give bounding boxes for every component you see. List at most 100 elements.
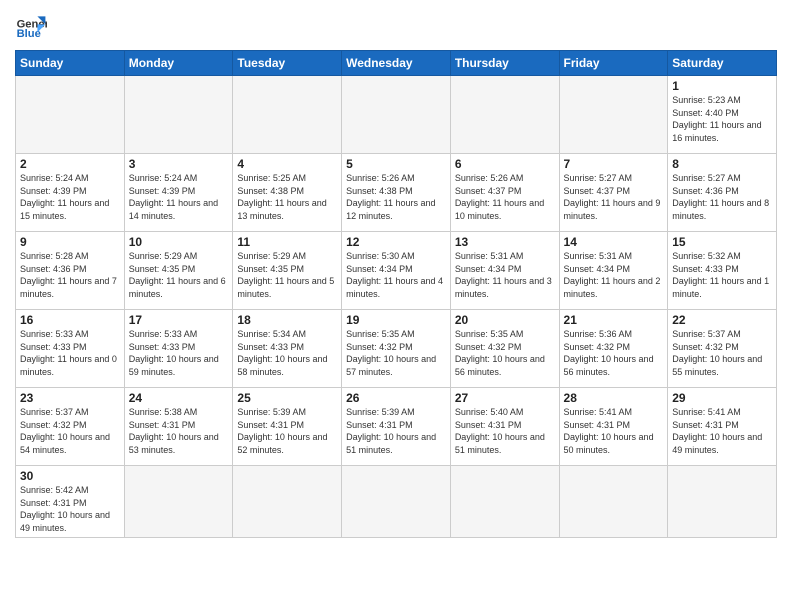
calendar-cell: 15Sunrise: 5:32 AM Sunset: 4:33 PM Dayli… bbox=[668, 232, 777, 310]
calendar-cell bbox=[124, 76, 233, 154]
day-number: 24 bbox=[129, 391, 229, 405]
calendar-cell bbox=[450, 466, 559, 538]
day-number: 19 bbox=[346, 313, 446, 327]
day-number: 6 bbox=[455, 157, 555, 171]
day-number: 9 bbox=[20, 235, 120, 249]
calendar-cell bbox=[233, 76, 342, 154]
week-row-5: 30Sunrise: 5:42 AM Sunset: 4:31 PM Dayli… bbox=[16, 466, 777, 538]
day-info: Sunrise: 5:29 AM Sunset: 4:35 PM Dayligh… bbox=[237, 250, 337, 300]
day-number: 2 bbox=[20, 157, 120, 171]
day-info: Sunrise: 5:28 AM Sunset: 4:36 PM Dayligh… bbox=[20, 250, 120, 300]
day-number: 16 bbox=[20, 313, 120, 327]
day-info: Sunrise: 5:25 AM Sunset: 4:38 PM Dayligh… bbox=[237, 172, 337, 222]
weekday-header-saturday: Saturday bbox=[668, 51, 777, 76]
day-info: Sunrise: 5:26 AM Sunset: 4:37 PM Dayligh… bbox=[455, 172, 555, 222]
day-info: Sunrise: 5:23 AM Sunset: 4:40 PM Dayligh… bbox=[672, 94, 772, 144]
day-number: 21 bbox=[564, 313, 664, 327]
day-number: 8 bbox=[672, 157, 772, 171]
day-info: Sunrise: 5:30 AM Sunset: 4:34 PM Dayligh… bbox=[346, 250, 446, 300]
calendar-cell: 28Sunrise: 5:41 AM Sunset: 4:31 PM Dayli… bbox=[559, 388, 668, 466]
day-info: Sunrise: 5:24 AM Sunset: 4:39 PM Dayligh… bbox=[20, 172, 120, 222]
day-number: 7 bbox=[564, 157, 664, 171]
calendar-cell: 30Sunrise: 5:42 AM Sunset: 4:31 PM Dayli… bbox=[16, 466, 125, 538]
day-info: Sunrise: 5:42 AM Sunset: 4:31 PM Dayligh… bbox=[20, 484, 120, 534]
day-number: 3 bbox=[129, 157, 229, 171]
day-info: Sunrise: 5:39 AM Sunset: 4:31 PM Dayligh… bbox=[237, 406, 337, 456]
calendar-cell: 24Sunrise: 5:38 AM Sunset: 4:31 PM Dayli… bbox=[124, 388, 233, 466]
weekday-header-row: SundayMondayTuesdayWednesdayThursdayFrid… bbox=[16, 51, 777, 76]
day-number: 14 bbox=[564, 235, 664, 249]
calendar-cell: 11Sunrise: 5:29 AM Sunset: 4:35 PM Dayli… bbox=[233, 232, 342, 310]
logo-icon: General Blue bbox=[15, 10, 47, 42]
day-info: Sunrise: 5:40 AM Sunset: 4:31 PM Dayligh… bbox=[455, 406, 555, 456]
day-info: Sunrise: 5:37 AM Sunset: 4:32 PM Dayligh… bbox=[20, 406, 120, 456]
page: General Blue SundayMondayTuesdayWednesda… bbox=[0, 0, 792, 612]
day-number: 18 bbox=[237, 313, 337, 327]
day-info: Sunrise: 5:34 AM Sunset: 4:33 PM Dayligh… bbox=[237, 328, 337, 378]
week-row-4: 23Sunrise: 5:37 AM Sunset: 4:32 PM Dayli… bbox=[16, 388, 777, 466]
calendar-cell: 10Sunrise: 5:29 AM Sunset: 4:35 PM Dayli… bbox=[124, 232, 233, 310]
week-row-2: 9Sunrise: 5:28 AM Sunset: 4:36 PM Daylig… bbox=[16, 232, 777, 310]
calendar-cell: 19Sunrise: 5:35 AM Sunset: 4:32 PM Dayli… bbox=[342, 310, 451, 388]
day-info: Sunrise: 5:33 AM Sunset: 4:33 PM Dayligh… bbox=[20, 328, 120, 378]
calendar-cell: 27Sunrise: 5:40 AM Sunset: 4:31 PM Dayli… bbox=[450, 388, 559, 466]
week-row-0: 1Sunrise: 5:23 AM Sunset: 4:40 PM Daylig… bbox=[16, 76, 777, 154]
day-info: Sunrise: 5:27 AM Sunset: 4:36 PM Dayligh… bbox=[672, 172, 772, 222]
day-number: 26 bbox=[346, 391, 446, 405]
calendar-cell bbox=[233, 466, 342, 538]
calendar: SundayMondayTuesdayWednesdayThursdayFrid… bbox=[15, 50, 777, 538]
day-number: 28 bbox=[564, 391, 664, 405]
calendar-cell: 22Sunrise: 5:37 AM Sunset: 4:32 PM Dayli… bbox=[668, 310, 777, 388]
calendar-cell bbox=[668, 466, 777, 538]
day-info: Sunrise: 5:27 AM Sunset: 4:37 PM Dayligh… bbox=[564, 172, 664, 222]
calendar-cell: 3Sunrise: 5:24 AM Sunset: 4:39 PM Daylig… bbox=[124, 154, 233, 232]
day-info: Sunrise: 5:41 AM Sunset: 4:31 PM Dayligh… bbox=[672, 406, 772, 456]
calendar-cell: 1Sunrise: 5:23 AM Sunset: 4:40 PM Daylig… bbox=[668, 76, 777, 154]
day-info: Sunrise: 5:31 AM Sunset: 4:34 PM Dayligh… bbox=[564, 250, 664, 300]
calendar-cell: 26Sunrise: 5:39 AM Sunset: 4:31 PM Dayli… bbox=[342, 388, 451, 466]
day-number: 5 bbox=[346, 157, 446, 171]
day-info: Sunrise: 5:35 AM Sunset: 4:32 PM Dayligh… bbox=[346, 328, 446, 378]
weekday-header-wednesday: Wednesday bbox=[342, 51, 451, 76]
calendar-cell: 6Sunrise: 5:26 AM Sunset: 4:37 PM Daylig… bbox=[450, 154, 559, 232]
day-info: Sunrise: 5:38 AM Sunset: 4:31 PM Dayligh… bbox=[129, 406, 229, 456]
day-info: Sunrise: 5:39 AM Sunset: 4:31 PM Dayligh… bbox=[346, 406, 446, 456]
calendar-cell: 25Sunrise: 5:39 AM Sunset: 4:31 PM Dayli… bbox=[233, 388, 342, 466]
calendar-cell bbox=[124, 466, 233, 538]
weekday-header-tuesday: Tuesday bbox=[233, 51, 342, 76]
weekday-header-monday: Monday bbox=[124, 51, 233, 76]
day-number: 22 bbox=[672, 313, 772, 327]
weekday-header-friday: Friday bbox=[559, 51, 668, 76]
day-info: Sunrise: 5:37 AM Sunset: 4:32 PM Dayligh… bbox=[672, 328, 772, 378]
weekday-header-sunday: Sunday bbox=[16, 51, 125, 76]
day-info: Sunrise: 5:41 AM Sunset: 4:31 PM Dayligh… bbox=[564, 406, 664, 456]
day-number: 4 bbox=[237, 157, 337, 171]
day-number: 23 bbox=[20, 391, 120, 405]
day-info: Sunrise: 5:31 AM Sunset: 4:34 PM Dayligh… bbox=[455, 250, 555, 300]
day-number: 27 bbox=[455, 391, 555, 405]
calendar-cell bbox=[342, 466, 451, 538]
calendar-cell: 18Sunrise: 5:34 AM Sunset: 4:33 PM Dayli… bbox=[233, 310, 342, 388]
calendar-cell: 4Sunrise: 5:25 AM Sunset: 4:38 PM Daylig… bbox=[233, 154, 342, 232]
logo: General Blue bbox=[15, 10, 51, 42]
week-row-1: 2Sunrise: 5:24 AM Sunset: 4:39 PM Daylig… bbox=[16, 154, 777, 232]
calendar-cell bbox=[559, 76, 668, 154]
header: General Blue bbox=[15, 10, 777, 42]
calendar-cell: 17Sunrise: 5:33 AM Sunset: 4:33 PM Dayli… bbox=[124, 310, 233, 388]
calendar-cell: 8Sunrise: 5:27 AM Sunset: 4:36 PM Daylig… bbox=[668, 154, 777, 232]
day-number: 25 bbox=[237, 391, 337, 405]
day-number: 1 bbox=[672, 79, 772, 93]
calendar-cell: 16Sunrise: 5:33 AM Sunset: 4:33 PM Dayli… bbox=[16, 310, 125, 388]
day-number: 15 bbox=[672, 235, 772, 249]
weekday-header-thursday: Thursday bbox=[450, 51, 559, 76]
calendar-cell bbox=[342, 76, 451, 154]
calendar-cell: 9Sunrise: 5:28 AM Sunset: 4:36 PM Daylig… bbox=[16, 232, 125, 310]
calendar-cell: 12Sunrise: 5:30 AM Sunset: 4:34 PM Dayli… bbox=[342, 232, 451, 310]
calendar-cell: 2Sunrise: 5:24 AM Sunset: 4:39 PM Daylig… bbox=[16, 154, 125, 232]
calendar-cell bbox=[559, 466, 668, 538]
calendar-cell: 21Sunrise: 5:36 AM Sunset: 4:32 PM Dayli… bbox=[559, 310, 668, 388]
calendar-cell: 5Sunrise: 5:26 AM Sunset: 4:38 PM Daylig… bbox=[342, 154, 451, 232]
svg-text:Blue: Blue bbox=[17, 28, 41, 40]
day-number: 11 bbox=[237, 235, 337, 249]
day-number: 17 bbox=[129, 313, 229, 327]
